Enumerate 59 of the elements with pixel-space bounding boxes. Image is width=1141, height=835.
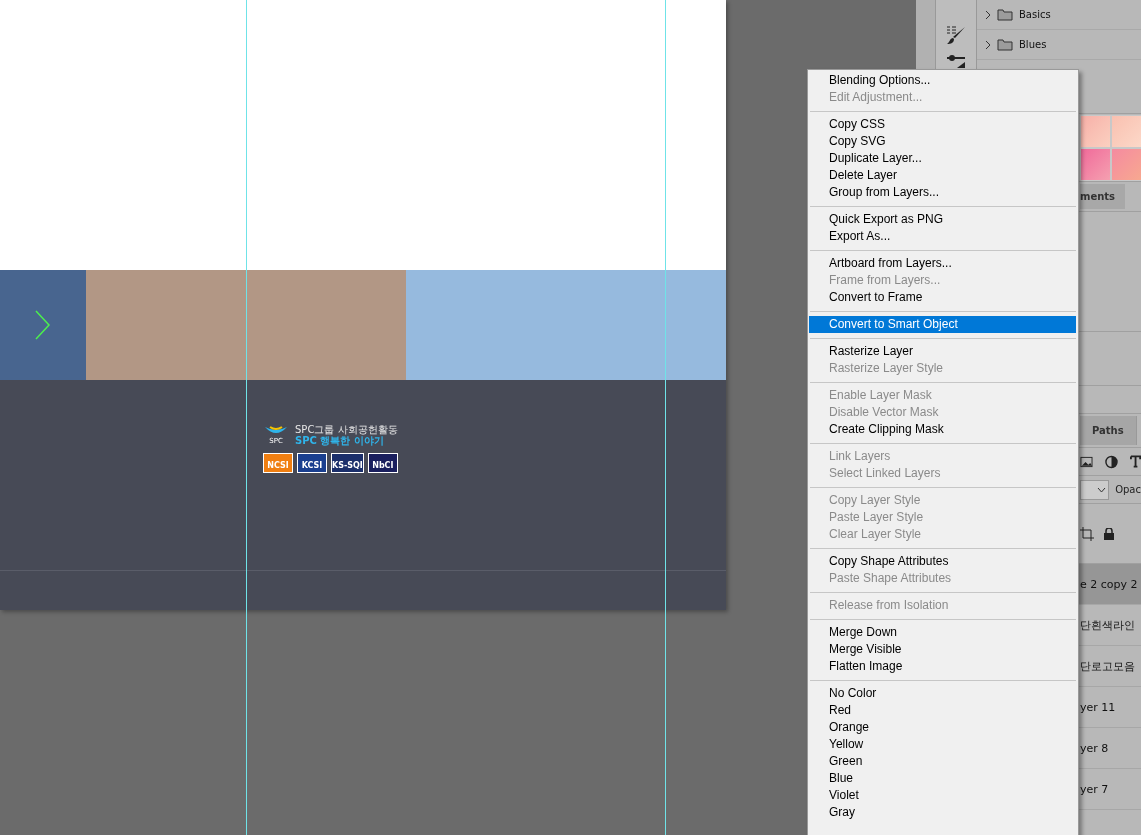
folder-label[interactable]: Basics [1019,9,1051,20]
caret-icon [1097,486,1107,493]
adjust-icon[interactable] [945,54,967,68]
menu-item[interactable]: Duplicate Layer... [809,150,1076,167]
opacity-label: Opac [1115,484,1141,495]
menu-item[interactable]: Orange [809,719,1076,736]
menu-item[interactable]: Copy SVG [809,133,1076,150]
gradient-swatch[interactable] [1080,114,1111,148]
menu-item[interactable]: Quick Export as PNG [809,211,1076,228]
menu-item[interactable]: Blending Options... [809,72,1076,89]
menu-item[interactable]: Gray [809,804,1076,821]
gradient-swatch[interactable] [1080,147,1111,181]
image-icon[interactable] [1080,455,1093,468]
layer-name: yer 8 [1080,741,1109,755]
chevron-icon[interactable] [985,9,991,20]
layer-name: 단흰색라인 [1080,617,1135,633]
menu-item[interactable]: Rasterize Layer [809,343,1076,360]
layer-name: yer 7 [1080,782,1109,796]
menu-item[interactable]: Convert to Smart Object [809,316,1076,333]
menu-item[interactable]: Flatten Image [809,658,1076,675]
panel-tab[interactable]: ments [1080,184,1126,209]
menu-item[interactable]: Green [809,753,1076,770]
menu-item[interactable]: No Color [809,685,1076,702]
menu-item[interactable]: Copy CSS [809,116,1076,133]
panel-tab[interactable]: Paths [1080,416,1137,445]
layer-name: 단로고모음 [1080,658,1135,674]
layer-name: e 2 copy 2 [1080,577,1138,591]
chevron-icon[interactable] [985,39,991,50]
brush-icon[interactable] [945,24,967,46]
menu-item[interactable]: Red [809,702,1076,719]
adjustment-icon[interactable] [1104,454,1118,469]
folder-label[interactable]: Blues [1019,39,1047,50]
menu-item[interactable]: Merge Down [809,624,1076,641]
menu-item[interactable]: Create Clipping Mask [809,421,1076,438]
menu-item[interactable]: Violet [809,787,1076,804]
menu-item[interactable]: Yellow [809,736,1076,753]
certification-badge: KS-SQI [331,453,364,473]
menu-item[interactable]: Export As... [809,228,1076,245]
certification-badge: NCSI [263,453,293,473]
lock-icon[interactable] [1104,527,1114,540]
gradient-swatch[interactable] [1111,147,1141,181]
blend-mode-dropdown[interactable] [1080,479,1110,500]
menu-item[interactable]: Artboard from Layers... [809,255,1076,272]
menu-item[interactable]: Convert to Frame [809,289,1076,306]
type-icon[interactable] [1129,455,1141,468]
menu-item[interactable]: Group from Layers... [809,184,1076,201]
menu-item[interactable]: Merge Visible [809,641,1076,658]
chevron-icon [34,310,52,340]
menu-item[interactable]: Copy Shape Attributes [809,553,1076,570]
menu-item[interactable]: Blue [809,770,1076,787]
brand-title: SPC 행복한 이야기 [295,435,385,447]
tagline: SPC그룹 사회공헌활동 [295,424,398,435]
certification-badge: KCSI [297,453,327,473]
gradient-swatch[interactable] [1111,114,1141,148]
folder-icon [997,38,1013,51]
layer-name: yer 11 [1080,700,1116,714]
menu-item[interactable]: Delete Layer [809,167,1076,184]
certification-badge: NbCI [367,453,398,473]
folder-icon [997,8,1013,21]
